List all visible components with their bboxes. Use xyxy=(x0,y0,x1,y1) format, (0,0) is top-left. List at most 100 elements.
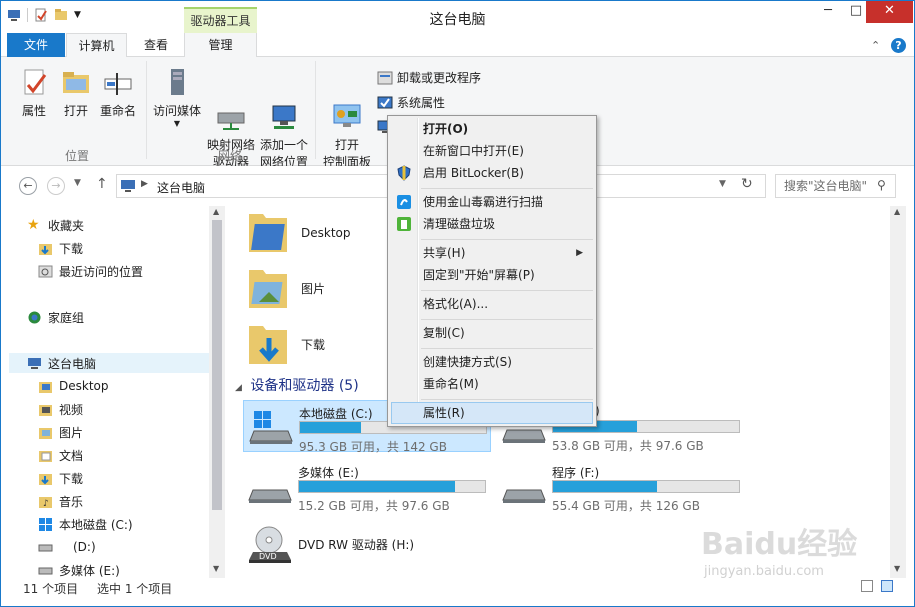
add-network-location-button[interactable]: 添加一个 网络位置 xyxy=(258,67,310,171)
drive-e-usage-bar xyxy=(298,480,486,493)
nav-music[interactable]: ♪ 音乐 xyxy=(38,491,83,511)
properties-check-icon[interactable] xyxy=(34,8,48,22)
chevron-down-icon: ▼ xyxy=(173,119,181,128)
menu-enable-bitlocker[interactable]: 启用 BitLocker(B) xyxy=(391,162,593,184)
rename-button[interactable]: 重命名 xyxy=(98,67,138,120)
folder-pictures[interactable]: 图片 xyxy=(247,264,325,313)
menu-open[interactable]: 打开(O) xyxy=(391,118,593,140)
menu-kingsoft-scan[interactable]: 使用金山毒霸进行扫描 xyxy=(391,191,593,213)
antivirus-icon xyxy=(396,194,412,210)
tab-manage[interactable]: 管理 xyxy=(184,33,257,57)
menu-open-new-window[interactable]: 在新窗口中打开(E) xyxy=(391,140,593,162)
open-control-panel-button[interactable]: 打开 控制面板 xyxy=(320,67,374,171)
tab-file[interactable]: 文件 xyxy=(7,33,65,57)
nav-scrollbar-thumb[interactable] xyxy=(212,220,222,510)
programs-icon xyxy=(377,70,393,86)
drive-f[interactable]: 程序 (F:) 55.4 GB 可用，共 126 GB xyxy=(497,460,745,513)
menu-share[interactable]: 共享(H) ▶ xyxy=(391,242,593,264)
properties-button[interactable]: 属性 xyxy=(15,67,53,120)
drive-f-free-space: 55.4 GB 可用，共 126 GB xyxy=(552,499,700,513)
open-button[interactable]: 打开 xyxy=(57,67,95,120)
nav-pictures-label: 图片 xyxy=(59,425,84,440)
menu-format[interactable]: 格式化(A)... xyxy=(391,293,593,315)
downloads-folder-icon xyxy=(38,471,53,486)
nav-videos[interactable]: 视频 xyxy=(38,399,83,419)
scroll-down-arrow[interactable]: ▼ xyxy=(894,564,900,573)
nav-downloads-pc[interactable]: 下载 xyxy=(38,468,83,488)
pictures-folder-icon xyxy=(247,264,289,313)
rename-icon xyxy=(102,67,134,99)
media-server-icon xyxy=(161,67,193,99)
star-icon: ★ xyxy=(27,216,40,233)
drive-icon xyxy=(501,470,547,504)
drive-e-usage-fill xyxy=(299,481,456,492)
tab-view[interactable]: 查看 xyxy=(129,33,183,57)
nav-this-pc[interactable]: 这台电脑 xyxy=(9,353,209,373)
nav-scrollbar[interactable]: ▲ ▼ xyxy=(209,206,225,578)
folder-downloads[interactable]: 下载 xyxy=(247,320,325,369)
menu-clean-disk[interactable]: 清理磁盘垃圾 xyxy=(391,213,593,235)
scroll-down-arrow[interactable]: ▼ xyxy=(213,564,219,573)
system-properties-button[interactable]: 系统属性 xyxy=(377,94,445,111)
content-scrollbar[interactable]: ▲ ▼ xyxy=(890,206,906,578)
scroll-up-arrow[interactable]: ▲ xyxy=(213,207,219,216)
pictures-folder-icon xyxy=(38,425,53,440)
menu-rename[interactable]: 重命名(M) xyxy=(391,373,593,395)
nav-drive-c[interactable]: 本地磁盘 (C:) xyxy=(38,514,133,534)
nav-recent-places[interactable]: 最近访问的位置 xyxy=(38,261,143,281)
homegroup-icon xyxy=(27,310,42,325)
close-button[interactable]: ✕ xyxy=(866,1,913,23)
details-view-icon[interactable] xyxy=(861,580,873,592)
up-button[interactable]: ↑ xyxy=(96,176,108,192)
computer-icon[interactable] xyxy=(7,8,21,22)
drive-h-dvd[interactable]: DVD DVD RW 驱动器 (H:) xyxy=(243,522,491,574)
drive-c-usage-fill xyxy=(300,422,362,433)
forward-button[interactable]: → xyxy=(47,177,65,195)
drive-c-free-space: 95.3 GB 可用，共 142 GB xyxy=(299,440,447,454)
devices-section-header[interactable]: ◢ 设备和驱动器 (5) xyxy=(235,375,359,395)
nav-homegroup[interactable]: 家庭组 xyxy=(27,307,84,327)
nav-this-pc-label: 这台电脑 xyxy=(48,356,97,371)
selected-count: 选中 1 个项目 xyxy=(97,582,173,596)
menu-copy[interactable]: 复制(C) xyxy=(391,322,593,344)
access-media-button[interactable]: 访问媒体 ▼ xyxy=(151,67,203,128)
search-icon[interactable]: ⚲ xyxy=(877,178,886,192)
drive-e[interactable]: 多媒体 (E:) 15.2 GB 可用，共 97.6 GB xyxy=(243,460,491,513)
recent-locations-dropdown[interactable]: ▼ xyxy=(74,178,81,188)
menu-separator xyxy=(421,188,593,189)
help-icon[interactable]: ? xyxy=(891,38,906,53)
new-folder-icon[interactable] xyxy=(54,8,68,22)
refresh-icon[interactable]: ↻ xyxy=(741,176,753,192)
submenu-arrow-icon: ▶ xyxy=(576,248,583,258)
nav-pictures[interactable]: 图片 xyxy=(38,422,83,442)
menu-properties[interactable]: 属性(R) xyxy=(391,402,593,424)
drive-icon xyxy=(38,563,53,578)
address-dropdown-icon[interactable]: ▼ xyxy=(719,179,726,189)
tab-computer[interactable]: 计算机 xyxy=(66,33,127,58)
nav-drive-e[interactable]: 多媒体 (E:) xyxy=(38,560,120,580)
breadcrumb-this-pc[interactable]: 这台电脑 xyxy=(157,179,205,196)
nav-favorites[interactable]: ★ 收藏夹 xyxy=(27,215,84,235)
back-button[interactable]: ← xyxy=(19,177,37,195)
navigation-pane: ★ 收藏夹 下载 最近访问的位置 家庭组 这台电脑 Desktop 视频 图片 … xyxy=(1,206,225,578)
ribbon-collapse-icon[interactable]: ⌃ xyxy=(871,39,880,52)
menu-share-label: 共享(H) xyxy=(423,246,466,260)
menu-pin-to-start[interactable]: 固定到"开始"屏幕(P) xyxy=(391,264,593,286)
drive-h-name: DVD RW 驱动器 (H:) xyxy=(298,538,415,552)
nav-drive-d[interactable]: (D:) xyxy=(38,537,96,557)
downloads-folder-icon xyxy=(247,320,289,369)
large-icons-view-icon[interactable] xyxy=(881,580,893,592)
menu-create-shortcut[interactable]: 创建快捷方式(S) xyxy=(391,351,593,373)
nav-downloads[interactable]: 下载 xyxy=(38,238,83,258)
nav-documents[interactable]: 文档 xyxy=(38,445,83,465)
svg-text:DVD: DVD xyxy=(259,552,277,561)
folder-desktop[interactable]: Desktop xyxy=(247,208,351,257)
scroll-up-arrow[interactable]: ▲ xyxy=(894,207,900,216)
customize-dropdown-icon[interactable]: ▼ xyxy=(74,8,88,22)
properties-icon xyxy=(18,67,50,99)
drive-icon xyxy=(38,540,53,555)
uninstall-programs-button[interactable]: 卸载或更改程序 xyxy=(377,69,481,86)
nav-desktop[interactable]: Desktop xyxy=(38,376,109,396)
minimize-button[interactable]: ─ xyxy=(813,1,843,23)
shield-icon xyxy=(396,165,412,181)
